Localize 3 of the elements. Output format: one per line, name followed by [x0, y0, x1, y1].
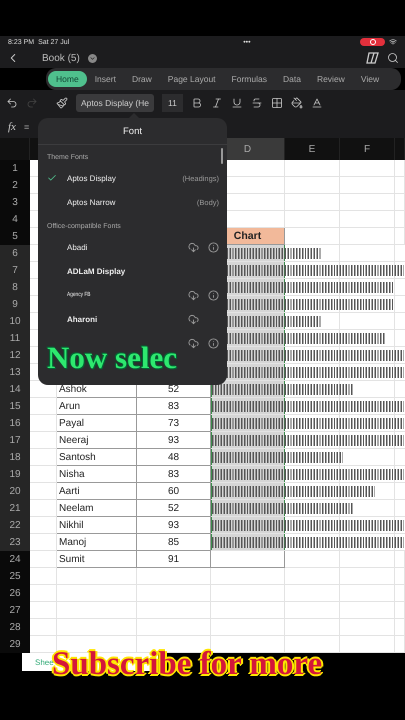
popup-title: Font — [122, 126, 142, 137]
function-label: fx — [8, 121, 16, 133]
video-caption: Now selec — [47, 340, 177, 376]
